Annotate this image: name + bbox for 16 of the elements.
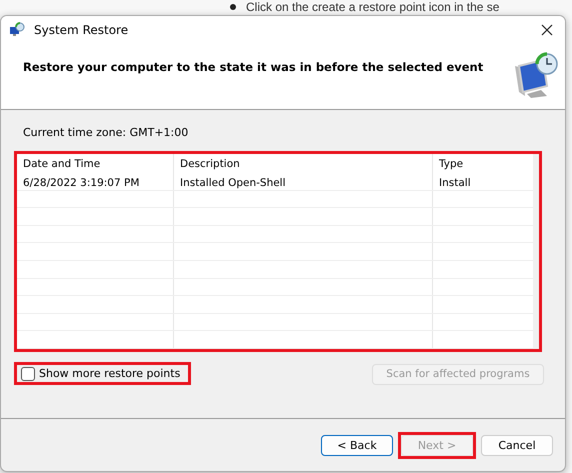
close-icon: [541, 24, 553, 36]
column-header[interactable]: Description: [174, 154, 433, 173]
table-cell: 6/28/2022 3:19:07 PM: [17, 173, 174, 190]
column-header[interactable]: Date and Time: [17, 154, 174, 173]
dialog-button[interactable]: Cancel: [481, 434, 553, 456]
time-zone-label: Current time zone: GMT+1:00: [23, 126, 190, 141]
dialog-button[interactable]: < Back: [321, 434, 393, 456]
monitor-restore-icon: [513, 52, 559, 98]
instruction-text: Click on the create a restore point icon in the se: [246, 0, 500, 14]
column-header[interactable]: Type: [433, 154, 533, 173]
window-title: System Restore: [34, 23, 130, 37]
dialog-heading: Restore your computer to the state it was in before the selected event: [23, 60, 484, 76]
bullet-dot: [230, 4, 236, 10]
monitor-restore-icon: [9, 22, 25, 38]
table-cell: Installed Open-Shell: [174, 173, 433, 190]
table-cell-text: Install: [438, 176, 472, 190]
